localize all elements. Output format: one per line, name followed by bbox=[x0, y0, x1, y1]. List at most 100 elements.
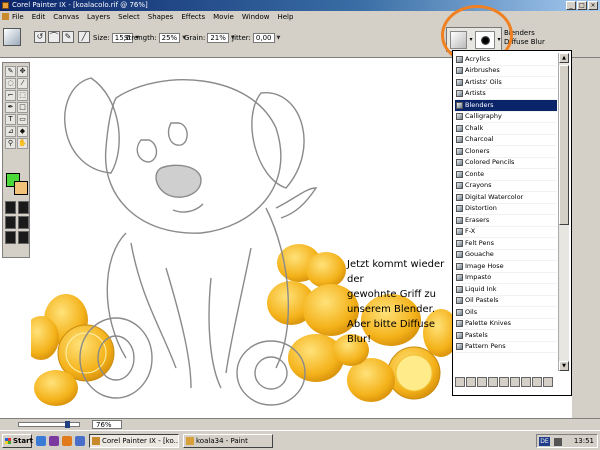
brush-category-item[interactable]: Conte bbox=[455, 169, 557, 181]
close-button[interactable]: × bbox=[588, 1, 598, 10]
footer-icon[interactable] bbox=[521, 377, 531, 387]
look-library-icon[interactable] bbox=[18, 231, 29, 244]
shape-icon[interactable]: □ bbox=[17, 102, 28, 113]
list-scrollbar[interactable]: ▲ ▼ bbox=[558, 53, 569, 371]
task-paint[interactable]: koala34 - Paint bbox=[183, 434, 273, 448]
messenger-icon[interactable] bbox=[49, 436, 59, 446]
brush-category-item[interactable]: Charcoal bbox=[455, 135, 557, 146]
menu-effects[interactable]: Effects bbox=[181, 13, 205, 21]
footer-icon[interactable] bbox=[477, 377, 487, 387]
gradient-library-icon[interactable] bbox=[18, 201, 29, 214]
brush-category-label: Colored Pencils bbox=[465, 158, 515, 166]
brush-category-item[interactable]: Cloners bbox=[455, 146, 557, 158]
paper-library-icon[interactable] bbox=[5, 201, 16, 214]
brush-category-item[interactable]: Pattern Pens bbox=[455, 342, 557, 353]
brush-category-item[interactable]: Image Hose bbox=[455, 261, 557, 273]
brush-category-icon bbox=[456, 55, 463, 63]
layer-adjuster-icon[interactable]: ✥ bbox=[17, 66, 28, 77]
brush-category-item[interactable]: Oil Pastels bbox=[455, 296, 557, 307]
pattern-library-icon[interactable] bbox=[5, 216, 16, 229]
brush-category-item[interactable]: Pastels bbox=[455, 330, 557, 342]
footer-icon[interactable] bbox=[455, 377, 465, 387]
weaving-library-icon[interactable] bbox=[18, 216, 29, 229]
scroll-up-icon[interactable]: ▲ bbox=[559, 53, 569, 63]
footer-icon[interactable] bbox=[543, 377, 553, 387]
clock: 13:51 bbox=[573, 437, 594, 445]
scroll-down-icon[interactable]: ▼ bbox=[559, 361, 569, 371]
task-painter[interactable]: Corel Painter IX - [ko... bbox=[89, 434, 179, 448]
scroll-thumb[interactable] bbox=[559, 65, 569, 225]
brush-category-item[interactable]: F-X bbox=[455, 227, 557, 238]
stroke-type-icon[interactable]: ⌒ bbox=[48, 31, 60, 43]
firefox-icon[interactable] bbox=[62, 436, 72, 446]
lasso-icon[interactable]: ◌ bbox=[5, 78, 16, 89]
brush-category-item[interactable]: Felt Pens bbox=[455, 238, 557, 250]
secondary-color-swatch[interactable] bbox=[14, 181, 28, 195]
brush-category-item[interactable]: Crayons bbox=[455, 181, 557, 192]
dropper-icon[interactable]: ⊿ bbox=[5, 126, 16, 137]
text-icon[interactable]: T bbox=[5, 114, 16, 125]
menu-help[interactable]: Help bbox=[277, 13, 293, 21]
brush-category-item[interactable]: Airbrushes bbox=[455, 66, 557, 77]
footer-icon[interactable] bbox=[466, 377, 476, 387]
brush-category-item[interactable]: Chalk bbox=[455, 123, 557, 135]
footer-icon[interactable] bbox=[488, 377, 498, 387]
brush-category-item[interactable]: Colored Pencils bbox=[455, 158, 557, 169]
brush-category-item[interactable]: Palette Knives bbox=[455, 319, 557, 330]
rectangle-icon[interactable]: ▭ bbox=[17, 114, 28, 125]
straight-line-icon[interactable]: ╱ bbox=[78, 31, 90, 43]
menu-file[interactable]: File bbox=[12, 13, 24, 21]
menu-edit[interactable]: Edit bbox=[32, 13, 46, 21]
brush-category-item[interactable]: Liquid Ink bbox=[455, 284, 557, 296]
jitter-slider-arrow-icon[interactable]: ▼ bbox=[277, 35, 281, 41]
maximize-button[interactable]: □ bbox=[577, 1, 587, 10]
menu-layers[interactable]: Layers bbox=[87, 13, 110, 21]
brush-category-item[interactable]: Calligraphy bbox=[455, 112, 557, 123]
language-indicator[interactable]: DE bbox=[539, 437, 550, 446]
brush-category-item[interactable]: Blenders bbox=[455, 100, 557, 112]
brush-icon[interactable]: ✎ bbox=[5, 66, 16, 77]
brush-category-item[interactable]: Gouache bbox=[455, 250, 557, 261]
brush-category-item[interactable]: Impasto bbox=[455, 273, 557, 284]
painter-icon bbox=[92, 437, 100, 445]
crop-icon[interactable]: ⌐ bbox=[5, 90, 16, 101]
volume-icon[interactable] bbox=[554, 438, 562, 446]
jitter-field[interactable]: 0,00 bbox=[252, 33, 275, 43]
caption-line: unserem Blender. bbox=[347, 304, 436, 315]
menu-shapes[interactable]: Shapes bbox=[148, 13, 174, 21]
pen-icon[interactable]: ✒ bbox=[5, 102, 16, 113]
brush-category-item[interactable]: Artists' Oils bbox=[455, 77, 557, 89]
brush-category-item[interactable]: Acrylics bbox=[455, 54, 557, 66]
ie-icon[interactable] bbox=[36, 436, 46, 446]
brush-category-item[interactable]: Erasers bbox=[455, 215, 557, 227]
freehand-icon[interactable]: ✎ bbox=[62, 31, 74, 43]
desktop-icon[interactable] bbox=[75, 436, 85, 446]
grabber-icon[interactable]: ✋ bbox=[17, 138, 28, 149]
rectangle-select-icon[interactable]: ⬚ bbox=[17, 90, 28, 101]
minimize-button[interactable]: _ bbox=[566, 1, 576, 10]
footer-icon[interactable] bbox=[510, 377, 520, 387]
brush-category-items: Acrylics Airbrushes Artists' Oils Artists Bl… bbox=[455, 54, 557, 353]
document-icon[interactable] bbox=[2, 13, 9, 20]
grain-field[interactable]: 21% bbox=[207, 33, 229, 43]
brush-ghost-icon[interactable]: ↺ bbox=[34, 31, 46, 43]
menu-movie[interactable]: Movie bbox=[213, 13, 234, 21]
footer-icon[interactable] bbox=[499, 377, 509, 387]
menu-window[interactable]: Window bbox=[242, 13, 270, 21]
footer-icon[interactable] bbox=[532, 377, 542, 387]
start-button[interactable]: Start bbox=[2, 434, 33, 448]
brush-category-item[interactable]: Artists bbox=[455, 89, 557, 100]
nozzle-library-icon[interactable] bbox=[5, 231, 16, 244]
strength-field[interactable]: 25% bbox=[158, 33, 181, 43]
menu-canvas[interactable]: Canvas bbox=[53, 13, 79, 21]
brush-category-item[interactable]: Digital Watercolor bbox=[455, 192, 557, 204]
magic-wand-icon[interactable]: ⁄ bbox=[17, 78, 28, 89]
brush-category-label: Crayons bbox=[465, 181, 492, 189]
document-canvas[interactable]: Jetzt kommt wieder der gewohnte Griff zu… bbox=[31, 58, 454, 418]
paint-bucket-icon[interactable]: ◆ bbox=[17, 126, 28, 137]
menu-select[interactable]: Select bbox=[118, 13, 140, 21]
brush-category-item[interactable]: Distortion bbox=[455, 204, 557, 215]
magnifier-icon[interactable]: ⚲ bbox=[5, 138, 16, 149]
brush-category-item[interactable]: Oils bbox=[455, 307, 557, 319]
zoom-slider[interactable] bbox=[18, 421, 80, 428]
